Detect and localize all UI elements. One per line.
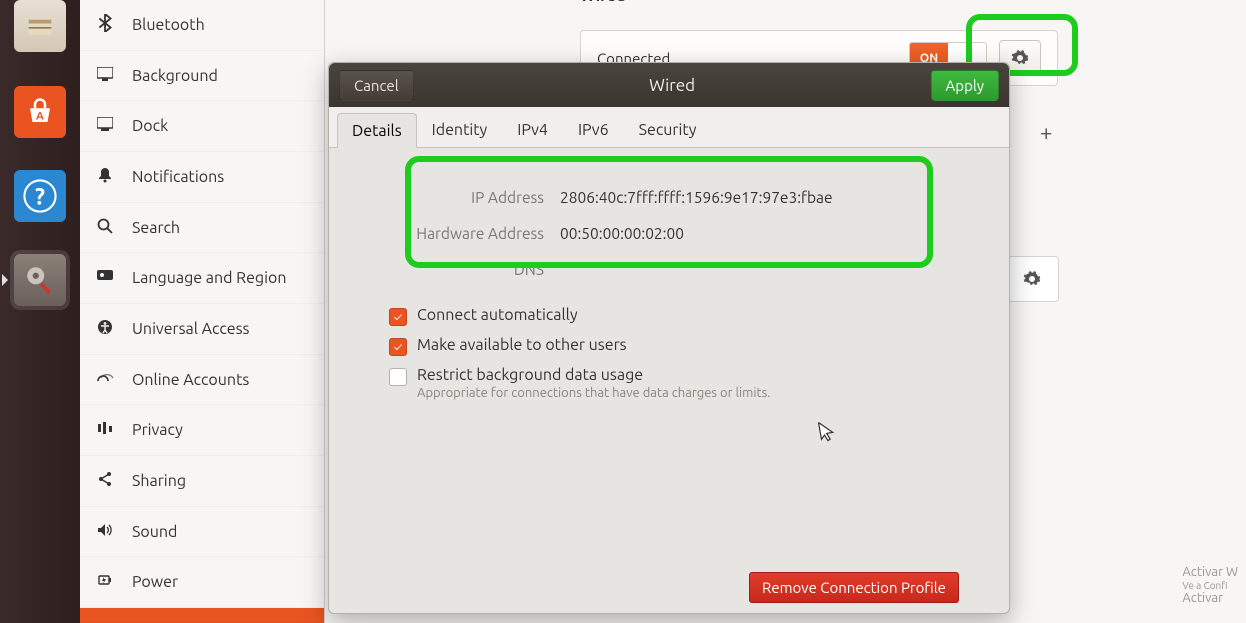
sidebar-item-label: Bluetooth bbox=[132, 16, 205, 34]
wired-settings-dialog: Cancel Wired Apply Details Identity IPv4… bbox=[328, 62, 1010, 614]
gear-icon bbox=[1023, 270, 1041, 288]
sidebar-item-label: Online Accounts bbox=[132, 371, 249, 389]
launcher-bar: A ? bbox=[0, 0, 80, 623]
section-title: Wired bbox=[580, 0, 625, 5]
dialog-body: IP Address 2806:40c:7fff:ffff:1596:9e17:… bbox=[329, 148, 1009, 613]
cancel-button[interactable]: Cancel bbox=[339, 70, 414, 101]
sidebar-item-bluetooth[interactable]: Bluetooth bbox=[80, 0, 324, 51]
sound-icon bbox=[96, 523, 114, 541]
checkbox-icon bbox=[389, 368, 407, 386]
sidebar-item-label: Background bbox=[132, 67, 218, 85]
apply-button[interactable]: Apply bbox=[931, 70, 999, 101]
bell-icon bbox=[96, 167, 114, 187]
share-icon bbox=[96, 471, 114, 491]
check-available-others[interactable]: ✓ Make available to other users bbox=[389, 336, 979, 356]
sidebar-item-sound[interactable]: Sound bbox=[80, 507, 324, 558]
hw-value: 00:50:00:00:02:00 bbox=[560, 225, 684, 242]
svg-text:A: A bbox=[36, 111, 44, 123]
dialog-tabs: Details Identity IPv4 IPv6 Security bbox=[329, 107, 1009, 148]
check-connect-auto[interactable]: ✓ Connect automatically bbox=[389, 306, 979, 326]
sidebar-item-background[interactable]: Background bbox=[80, 51, 324, 102]
launcher-settings[interactable] bbox=[14, 254, 66, 306]
sidebar-item-sharing[interactable]: Sharing bbox=[80, 456, 324, 507]
launcher-software[interactable]: A bbox=[14, 86, 66, 138]
sidebar-item-power[interactable]: Power bbox=[80, 557, 324, 608]
tab-security[interactable]: Security bbox=[624, 112, 712, 147]
sidebar-item-online-accounts[interactable]: Online Accounts bbox=[80, 355, 324, 406]
launcher-files[interactable] bbox=[14, 0, 66, 52]
sidebar-item-label: Dock bbox=[132, 117, 168, 135]
power-icon bbox=[96, 573, 114, 591]
universal-access-icon bbox=[96, 319, 114, 339]
sidebar-item-search[interactable]: Search bbox=[80, 203, 324, 254]
svg-text:?: ? bbox=[35, 185, 45, 210]
checkbox-icon: ✓ bbox=[389, 338, 407, 356]
dns-label: DNS bbox=[404, 261, 544, 278]
check-sublabel: Appropriate for connections that have da… bbox=[417, 386, 770, 400]
secondary-settings-button[interactable] bbox=[1005, 256, 1059, 302]
sidebar-item-label: Sound bbox=[132, 523, 177, 541]
tab-identity[interactable]: Identity bbox=[417, 112, 503, 147]
remove-connection-button[interactable]: Remove Connection Profile bbox=[749, 572, 959, 603]
online-accounts-icon bbox=[96, 371, 114, 389]
sidebar-item-dock[interactable]: Dock bbox=[80, 101, 324, 152]
dialog-titlebar: Cancel Wired Apply bbox=[329, 63, 1009, 107]
privacy-icon bbox=[96, 421, 114, 439]
gear-icon bbox=[1011, 49, 1029, 67]
check-label: Connect automatically bbox=[417, 306, 578, 324]
background-icon bbox=[96, 67, 114, 85]
ip-value: 2806:40c:7fff:ffff:1596:9e17:97e3:fbae bbox=[560, 189, 833, 206]
activation-watermark: Activar W Ve a Confi Activar bbox=[1182, 565, 1238, 605]
tab-ipv6[interactable]: IPv6 bbox=[563, 112, 624, 147]
dock-icon bbox=[96, 117, 114, 135]
sidebar-item-label: Sharing bbox=[132, 472, 186, 490]
launcher-help[interactable]: ? bbox=[14, 170, 66, 222]
sidebar-item-universal-access[interactable]: Universal Access bbox=[80, 304, 324, 355]
dialog-title: Wired bbox=[414, 76, 931, 95]
details-grid: IP Address 2806:40c:7fff:ffff:1596:9e17:… bbox=[404, 168, 959, 298]
tab-ipv4[interactable]: IPv4 bbox=[502, 112, 563, 147]
search-icon bbox=[96, 218, 114, 238]
check-label: Restrict background data usage bbox=[417, 366, 770, 384]
sidebar-item-notifications[interactable]: Notifications bbox=[80, 152, 324, 203]
hw-label: Hardware Address bbox=[404, 225, 544, 242]
tab-details[interactable]: Details bbox=[337, 113, 417, 148]
language-icon bbox=[96, 269, 114, 287]
settings-sidebar: Bluetooth Background Dock Notifications … bbox=[80, 0, 325, 623]
add-connection-button[interactable]: + bbox=[1040, 120, 1052, 145]
sidebar-item-label: Privacy bbox=[132, 421, 183, 439]
sidebar-item-label: Language and Region bbox=[132, 269, 287, 287]
sidebar-item-privacy[interactable]: Privacy bbox=[80, 405, 324, 456]
sidebar-item-label: Universal Access bbox=[132, 320, 250, 338]
cursor-icon bbox=[817, 420, 839, 449]
ip-label: IP Address bbox=[404, 189, 544, 206]
sidebar-item-label: Search bbox=[132, 219, 180, 237]
check-label: Make available to other users bbox=[417, 336, 627, 354]
sidebar-item-label: Notifications bbox=[132, 168, 224, 186]
sidebar-item-language[interactable]: Language and Region bbox=[80, 253, 324, 304]
checkbox-icon: ✓ bbox=[389, 308, 407, 326]
sidebar-item-label: Power bbox=[132, 573, 178, 591]
sidebar-item-active[interactable] bbox=[80, 608, 324, 623]
bluetooth-icon bbox=[96, 14, 114, 36]
check-restrict-bg[interactable]: Restrict background data usage Appropria… bbox=[389, 366, 979, 400]
